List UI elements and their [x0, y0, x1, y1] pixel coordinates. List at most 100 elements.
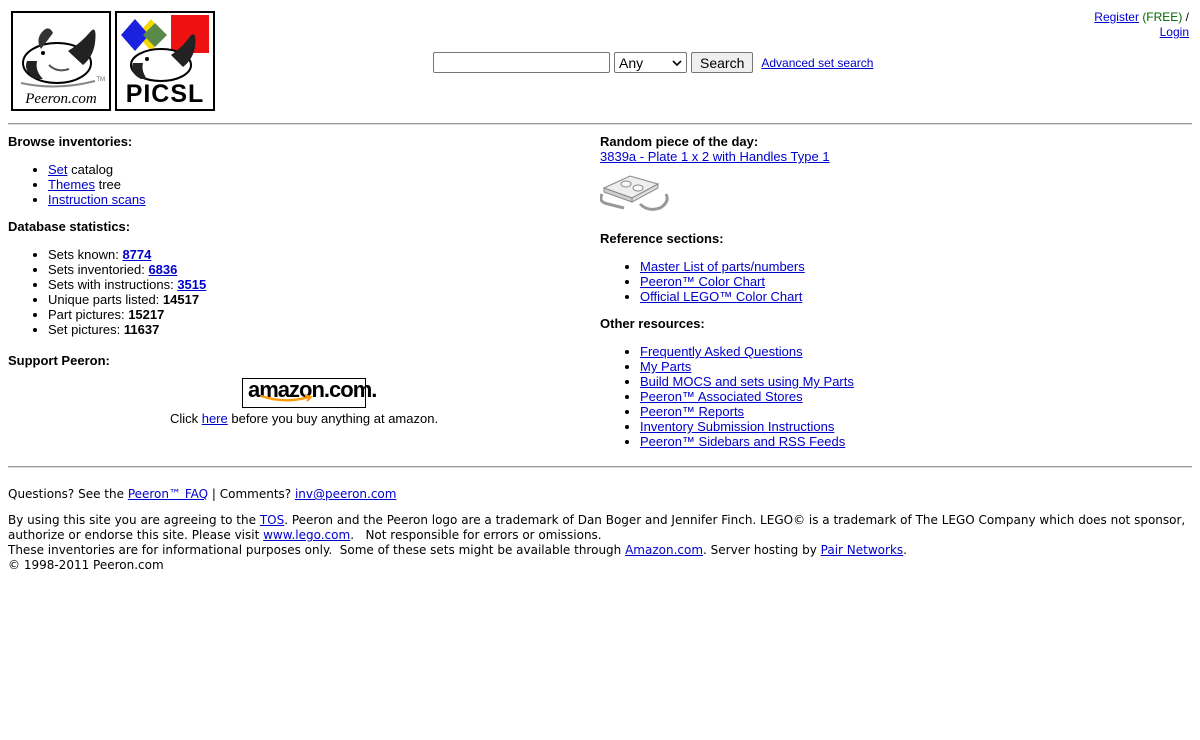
footer-legal-text: By using this site you are agreeing to t… — [8, 513, 260, 527]
resource-item: Build MOCS and sets using My Parts — [640, 374, 1192, 389]
amazon-here-link[interactable]: here — [202, 411, 228, 426]
stats-title: Database statistics: — [8, 219, 131, 234]
reference-item: Official LEGO™ Color Chart — [640, 289, 1192, 304]
resource-item: Inventory Submission Instructions — [640, 419, 1192, 434]
peeron-logo[interactable]: TM Peeron.com — [11, 11, 111, 111]
picsl-logo-text: PICSL — [125, 80, 205, 108]
footer-contact-line: Questions? See the Peeron™ FAQ | Comment… — [8, 487, 1192, 502]
amazon-smile-icon — [260, 394, 313, 402]
faq-link[interactable]: Frequently Asked Questions — [640, 344, 803, 359]
login-link[interactable]: Login — [1160, 25, 1189, 39]
stats-list: Sets known: 8774 Sets inventoried: 6836 … — [8, 247, 600, 337]
reference-item: Peeron™ Color Chart — [640, 274, 1192, 289]
pair-networks-link[interactable]: Pair Networks — [821, 543, 904, 557]
picsl-logo[interactable]: PICSL — [115, 11, 215, 111]
stat-item: Set pictures: 11637 — [48, 322, 600, 337]
right-column: Random piece of the day: 3839a - Plate 1… — [599, 125, 1192, 458]
search-bar: Any Search Advanced set search — [433, 52, 873, 73]
search-scope-value: Any — [619, 54, 644, 71]
peeron-color-chart-link[interactable]: Peeron™ Color Chart — [640, 274, 765, 289]
submission-instructions-link[interactable]: Inventory Submission Instructions — [640, 419, 834, 434]
stat-label: Sets inventoried: — [48, 262, 149, 277]
browse-item-set: Set catalog — [48, 162, 600, 177]
build-mocs-link[interactable]: Build MOCS and sets using My Parts — [640, 374, 854, 389]
stat-value: 14517 — [162, 292, 200, 307]
other-resources-title: Other resources: — [600, 316, 705, 331]
browse-list: Set catalog Themes tree Instruction scan… — [8, 162, 600, 207]
page-footer: Questions? See the Peeron™ FAQ | Comment… — [0, 487, 1200, 573]
user-links: Register (FREE) / Login — [1094, 10, 1189, 40]
amazon-logo-link[interactable]: amazon.com. — [242, 377, 377, 408]
divider-bottom — [8, 466, 1192, 468]
browse-item-themes: Themes tree — [48, 177, 600, 192]
footer-questions-text: Questions? See the — [8, 487, 128, 501]
resource-item: Frequently Asked Questions — [640, 344, 1192, 359]
reports-link[interactable]: Peeron™ Reports — [640, 404, 744, 419]
stat-item: Sets with instructions: 3515 — [48, 277, 600, 292]
advanced-search-link[interactable]: Advanced set search — [761, 56, 873, 70]
random-piece-title: Random piece of the day: — [600, 134, 759, 149]
stat-value: 15217 — [128, 307, 165, 322]
copyright: © 1998-2011 Peeron.com — [8, 558, 164, 572]
reference-item: Master List of parts/numbers — [640, 259, 1192, 274]
resource-item: Peeron™ Reports — [640, 404, 1192, 419]
footer-faq-link[interactable]: Peeron™ FAQ — [128, 487, 208, 501]
set-link[interactable]: Set — [48, 162, 68, 177]
stat-value-link[interactable]: 8774 — [122, 247, 151, 262]
stat-item: Sets known: 8774 — [48, 247, 600, 262]
picsl-cat-icon — [121, 15, 209, 82]
search-input[interactable] — [433, 52, 610, 73]
free-label: (FREE) — [1142, 10, 1183, 24]
chevron-down-icon — [672, 59, 682, 66]
stat-value-link[interactable]: 6836 — [148, 262, 177, 277]
stat-label: Part pictures: — [48, 307, 129, 322]
footer-info-text: . — [903, 543, 907, 557]
peeron-logo-text: Peeron.com — [25, 91, 97, 107]
search-button[interactable]: Search — [691, 52, 754, 73]
sidebars-rss-link[interactable]: Peeron™ Sidebars and RSS Feeds — [640, 434, 845, 449]
stat-label: Sets with instructions: — [48, 277, 178, 292]
footer-email-link[interactable]: inv@peeron.com — [295, 487, 396, 501]
instruction-scans-link[interactable]: Instruction scans — [48, 192, 146, 207]
browse-title: Browse inventories: — [8, 134, 133, 149]
amazon-click-prefix: Click — [169, 411, 202, 426]
lego-color-chart-link[interactable]: Official LEGO™ Color Chart — [640, 289, 802, 304]
register-link[interactable]: Register — [1094, 10, 1139, 24]
cat-icon — [20, 28, 96, 88]
resource-item: My Parts — [640, 359, 1192, 374]
stat-label: Set pictures: — [48, 322, 124, 337]
tos-link[interactable]: TOS — [260, 513, 284, 527]
associated-stores-link[interactable]: Peeron™ Associated Stores — [640, 389, 803, 404]
search-scope-select[interactable]: Any — [614, 52, 687, 73]
stat-value-link[interactable]: 3515 — [177, 277, 206, 292]
lego-site-link[interactable]: www.lego.com — [263, 528, 350, 542]
main-content: Browse inventories: Set catalog Themes t… — [0, 125, 1200, 458]
lego-plate-image[interactable] — [599, 170, 672, 214]
footer-info-text: These inventories are for informational … — [8, 543, 626, 557]
footer-info-text: . Server hosting by — [703, 543, 821, 557]
resource-item: Peeron™ Associated Stores — [640, 389, 1192, 404]
my-parts-link[interactable]: My Parts — [640, 359, 691, 374]
stat-item: Sets inventoried: 6836 — [48, 262, 600, 277]
stat-label: Sets known: — [48, 247, 123, 262]
random-piece-link[interactable]: 3839a - Plate 1 x 2 with Handles Type 1 — [600, 149, 1192, 164]
user-links-separator: / — [1185, 10, 1189, 24]
reference-list: Master List of parts/numbers Peeron™ Col… — [600, 259, 1192, 304]
reference-title: Reference sections: — [600, 231, 724, 246]
amazon-footer-link[interactable]: Amazon.com — [625, 543, 703, 557]
stat-label: Unique parts listed: — [48, 292, 163, 307]
browse-item-instructions: Instruction scans — [48, 192, 600, 207]
footer-comments-text: | Comments? — [208, 487, 295, 501]
stat-value: 11637 — [123, 322, 160, 337]
amazon-click-suffix: before you buy anything at amazon. — [227, 411, 439, 426]
themes-link[interactable]: Themes — [48, 177, 95, 192]
stat-item: Part pictures: 15217 — [48, 307, 600, 322]
browse-item-text: tree — [94, 177, 121, 192]
support-title: Support Peeron: — [8, 353, 110, 368]
page-header: TM Peeron.com PICSL Any Search Advanced … — [0, 0, 1200, 118]
master-list-link[interactable]: Master List of parts/numbers — [640, 259, 805, 274]
other-resources-list: Frequently Asked Questions My Parts Buil… — [600, 344, 1192, 449]
amazon-promo: amazon.com. Click here before you buy an… — [8, 377, 600, 426]
browse-item-text: catalog — [67, 162, 114, 177]
trademark-mark: TM — [96, 77, 105, 83]
